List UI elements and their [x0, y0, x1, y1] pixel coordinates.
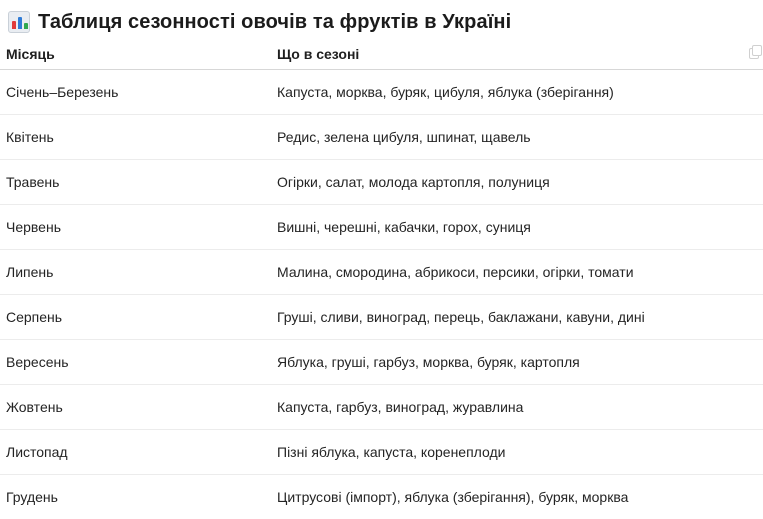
month-cell: Травень: [0, 160, 271, 205]
table-row: Серпень Груші, сливи, виноград, перець, …: [0, 295, 763, 340]
month-cell: Листопад: [0, 430, 271, 475]
produce-cell: Огірки, салат, молода картопля, полуниця: [271, 160, 763, 205]
column-header-in-season: Що в сезоні: [271, 39, 763, 70]
table-row: Червень Вишні, черешні, кабачки, горох, …: [0, 205, 763, 250]
month-cell: Квітень: [0, 115, 271, 160]
table-header-row: Місяць Що в сезоні: [0, 39, 763, 70]
month-cell: Вересень: [0, 340, 271, 385]
produce-cell: Капуста, гарбуз, виноград, журавлина: [271, 385, 763, 430]
month-cell: Липень: [0, 250, 271, 295]
table-row: Вересень Яблука, груші, гарбуз, морква, …: [0, 340, 763, 385]
produce-cell: Редис, зелена цибуля, шпинат, щавель: [271, 115, 763, 160]
month-cell: Серпень: [0, 295, 271, 340]
produce-cell: Яблука, груші, гарбуз, морква, буряк, ка…: [271, 340, 763, 385]
month-cell: Грудень: [0, 475, 271, 519]
seasonality-table: Місяць Що в сезоні Січень–Березень Капус…: [0, 39, 763, 519]
produce-cell: Груші, сливи, виноград, перець, баклажан…: [271, 295, 763, 340]
month-cell: Жовтень: [0, 385, 271, 430]
table-row: Січень–Березень Капуста, морква, буряк, …: [0, 70, 763, 115]
produce-cell: Вишні, черешні, кабачки, горох, суниця: [271, 205, 763, 250]
title-row: Таблиця сезонності овочів та фруктів в У…: [8, 8, 511, 36]
month-cell: Січень–Березень: [0, 70, 271, 115]
page-title: Таблиця сезонності овочів та фруктів в У…: [38, 11, 511, 34]
table-row: Жовтень Капуста, гарбуз, виноград, журав…: [0, 385, 763, 430]
bar-chart-icon: [8, 11, 30, 33]
bar-chart-icon-bar: [18, 17, 22, 29]
month-cell: Червень: [0, 205, 271, 250]
copy-icon-front: [752, 45, 762, 56]
copy-icon[interactable]: [749, 45, 761, 59]
table-row: Листопад Пізні яблука, капуста, коренепл…: [0, 430, 763, 475]
table-row: Липень Малина, смородина, абрикоси, перс…: [0, 250, 763, 295]
bar-chart-icon-bar: [24, 23, 28, 29]
produce-cell: Цитрусові (імпорт), яблука (зберігання),…: [271, 475, 763, 519]
produce-cell: Капуста, морква, буряк, цибуля, яблука (…: [271, 70, 763, 115]
table-row: Квітень Редис, зелена цибуля, шпинат, ща…: [0, 115, 763, 160]
produce-cell: Малина, смородина, абрикоси, персики, ог…: [271, 250, 763, 295]
table-row: Травень Огірки, салат, молода картопля, …: [0, 160, 763, 205]
bar-chart-icon-bar: [12, 21, 16, 29]
table-row: Грудень Цитрусові (імпорт), яблука (збер…: [0, 475, 763, 519]
column-header-month: Місяць: [0, 39, 271, 70]
seasonality-table-container: Місяць Що в сезоні Січень–Березень Капус…: [0, 39, 763, 519]
produce-cell: Пізні яблука, капуста, коренеплоди: [271, 430, 763, 475]
